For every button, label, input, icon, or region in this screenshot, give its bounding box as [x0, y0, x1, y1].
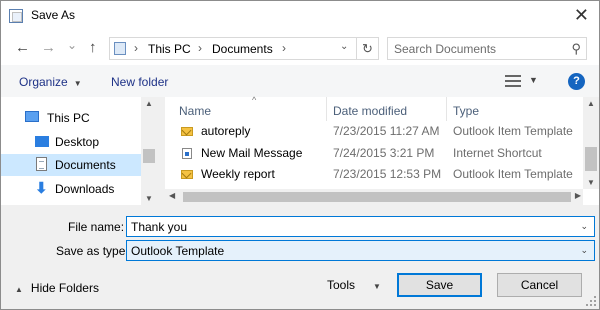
shortcut-icon [182, 148, 192, 159]
scroll-up-arrow-icon[interactable]: ▲ [583, 99, 599, 108]
view-options-caret-icon[interactable]: ▼ [529, 75, 538, 85]
file-name-combobox[interactable]: ⌄ [126, 216, 595, 237]
tools-menu-button[interactable]: Tools ▼ [327, 278, 381, 292]
downloads-icon: ⬇ [35, 180, 48, 197]
back-arrow-icon[interactable]: ← [15, 39, 30, 57]
nav-item-label: Documents [55, 158, 116, 172]
save-as-type-chevron-icon[interactable]: ⌄ [580, 245, 588, 256]
file-name: New Mail Message [201, 146, 303, 160]
search-icon[interactable]: ⚲ [571, 41, 581, 57]
save-button[interactable]: Save [397, 273, 482, 297]
file-list: ^ Name Date modified Type autoreply 7/23… [165, 95, 599, 205]
title-bar: Save As ✕ [1, 1, 599, 31]
file-name-label: File name: [68, 220, 125, 234]
resize-grip-icon[interactable] [586, 296, 596, 306]
up-arrow-icon[interactable]: ↑ [89, 39, 97, 57]
file-name: Weekly report [201, 167, 275, 181]
breadcrumb-separator-icon[interactable]: › [282, 41, 286, 55]
column-header-label: Date modified [333, 104, 408, 118]
this-pc-icon [114, 42, 126, 55]
tools-label: Tools [327, 278, 356, 292]
breadcrumb-this-pc[interactable]: This PC [148, 42, 191, 56]
nav-item-label: Desktop [55, 135, 100, 149]
search-input[interactable] [394, 41, 554, 57]
scroll-down-arrow-icon[interactable]: ▼ [141, 194, 157, 203]
organize-label: Organize [19, 75, 68, 89]
help-icon[interactable]: ? [568, 73, 585, 90]
column-header-date-modified[interactable]: Date modified [327, 97, 447, 121]
file-row[interactable]: New Mail Message 7/24/2015 3:21 PM Inter… [165, 143, 575, 164]
pane-splitter[interactable] [157, 97, 165, 205]
file-list-horizontal-scrollbar[interactable]: ◀ ▶ [165, 189, 583, 205]
forward-arrow-icon[interactable]: → [41, 39, 56, 57]
new-folder-button[interactable]: New folder [111, 75, 168, 89]
save-as-app-icon [9, 9, 23, 23]
scrollbar-thumb[interactable] [585, 147, 597, 171]
nav-item-label: Downloads [55, 182, 115, 196]
file-type: Outlook Item Template [453, 124, 573, 138]
file-date-modified: 7/24/2015 3:21 PM [333, 146, 435, 160]
documents-icon [36, 157, 47, 171]
tools-caret-icon: ▼ [373, 282, 381, 291]
save-as-type-select[interactable]: Outlook Template ⌄ [126, 240, 595, 261]
recent-locations-chevron-icon[interactable]: ⌄ [67, 36, 77, 54]
nav-item-label: This PC [47, 111, 90, 125]
file-name: autoreply [201, 124, 251, 138]
change-view-icon[interactable] [505, 74, 521, 88]
address-bar[interactable]: › This PC › Documents › ⌄ ↻ [109, 37, 379, 60]
file-date-modified: 7/23/2015 12:53 PM [333, 167, 442, 181]
scroll-down-arrow-icon[interactable]: ▼ [583, 178, 599, 187]
organize-caret-icon: ▼ [73, 79, 82, 88]
breadcrumb-documents[interactable]: Documents [212, 42, 273, 56]
file-row[interactable]: Weekly report 7/23/2015 12:53 PM Outlook… [165, 164, 575, 185]
file-name-input[interactable] [131, 219, 561, 234]
envelope-icon [181, 170, 193, 179]
address-history-chevron-icon[interactable]: ⌄ [340, 41, 348, 52]
collapse-caret-icon: ▲ [15, 285, 23, 294]
scroll-right-arrow-icon[interactable]: ▶ [575, 191, 581, 200]
cancel-button[interactable]: Cancel [497, 273, 582, 297]
envelope-icon [181, 127, 193, 136]
organize-menu-button[interactable]: Organize ▼ [19, 75, 82, 89]
file-type: Outlook Item Template [453, 167, 573, 181]
column-header-label: Type [453, 104, 480, 118]
scrollbar-thumb[interactable] [143, 149, 155, 163]
save-as-type-label: Save as type: [56, 244, 129, 258]
navigation-pane: This PC Desktop Documents ⬇ Downloads ▲ … [1, 97, 157, 205]
nav-item-this-pc[interactable]: This PC [1, 107, 141, 129]
file-list-vertical-scrollbar[interactable]: ▲ ▼ [583, 97, 599, 189]
breadcrumb-separator-icon[interactable]: › [134, 41, 138, 55]
breadcrumb-separator-icon[interactable]: › [198, 41, 202, 55]
nav-item-documents[interactable]: Documents [1, 154, 141, 176]
scrollbar-thumb[interactable] [183, 192, 571, 202]
window-title: Save As [31, 8, 76, 22]
search-box[interactable]: ⚲ [387, 37, 587, 60]
hide-folders-button[interactable]: ▲ Hide Folders [15, 281, 99, 295]
save-as-type-value: Outlook Template [131, 244, 225, 258]
nav-item-desktop[interactable]: Desktop [1, 131, 141, 153]
hide-folders-label: Hide Folders [30, 281, 99, 295]
save-as-dialog: Save As ✕ ← → ⌄ ↑ › This PC › Documents … [0, 0, 600, 310]
navigation-bar: ← → ⌄ ↑ › This PC › Documents › ⌄ ↻ ⚲ [1, 31, 599, 65]
nav-pane-scrollbar[interactable]: ▲ ▼ [141, 97, 157, 205]
column-header-name[interactable]: Name [165, 97, 327, 121]
column-header-type[interactable]: Type [447, 97, 583, 121]
file-name-dropdown-chevron-icon[interactable]: ⌄ [580, 221, 588, 232]
scroll-left-arrow-icon[interactable]: ◀ [169, 191, 175, 200]
file-date-modified: 7/23/2015 11:27 AM [333, 124, 440, 138]
file-type: Internet Shortcut [453, 146, 542, 160]
refresh-icon[interactable]: ↻ [356, 38, 378, 59]
desktop-icon [35, 136, 49, 147]
column-header-label: Name [179, 104, 212, 118]
nav-item-downloads[interactable]: ⬇ Downloads [1, 178, 141, 200]
file-row[interactable]: autoreply 7/23/2015 11:27 AM Outlook Ite… [165, 121, 575, 142]
command-toolbar: Organize ▼ New folder ▼ ? [1, 65, 599, 97]
computer-icon [25, 111, 39, 122]
scroll-up-arrow-icon[interactable]: ▲ [141, 99, 157, 108]
close-icon[interactable]: ✕ [574, 5, 589, 25]
